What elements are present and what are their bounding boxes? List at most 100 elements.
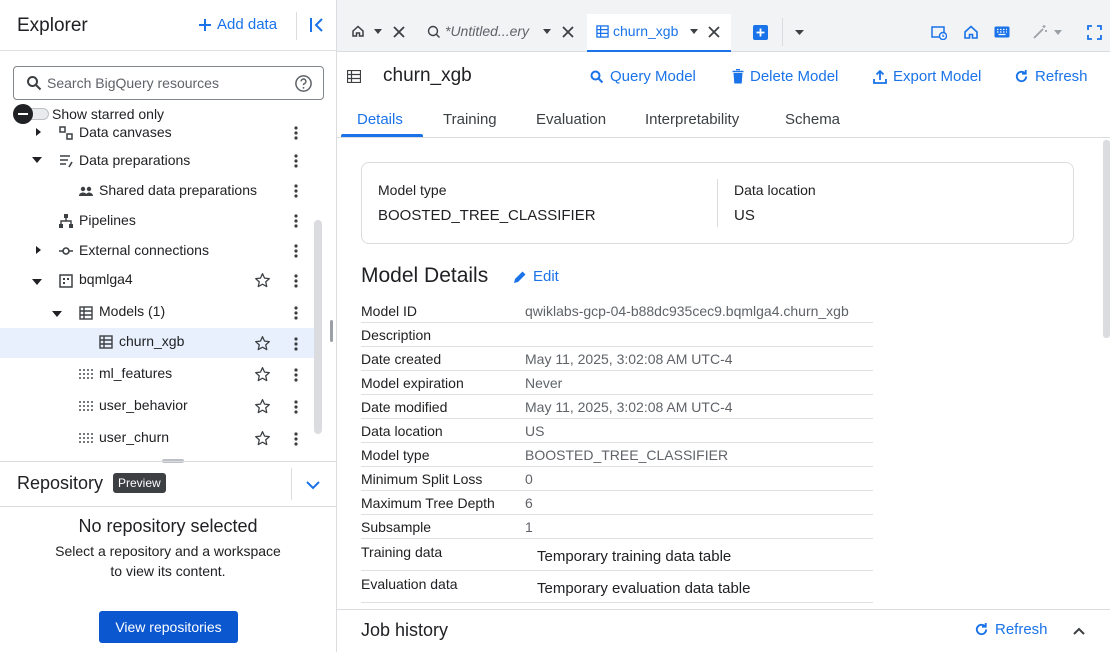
dropdown-arrow-icon[interactable]: [543, 29, 551, 34]
chevron-down-icon[interactable]: [304, 476, 322, 494]
table-row: Minimum Split Loss 0: [361, 467, 873, 491]
dataset-icon: [59, 274, 73, 288]
query-model-label: Query Model: [610, 68, 696, 85]
tree-item-shared-data-preparations[interactable]: Shared data preparations: [0, 176, 314, 206]
row-key: Model expiration: [361, 375, 464, 391]
more-options-icon[interactable]: [290, 153, 302, 169]
dropdown-arrow-icon[interactable]: [1054, 30, 1062, 35]
view-repositories-button[interactable]: View repositories: [99, 611, 238, 643]
star-icon[interactable]: [254, 335, 271, 352]
home-icon[interactable]: [964, 25, 978, 39]
tree-item-churn-xgb[interactable]: churn_xgb: [0, 328, 314, 358]
table-row: Data location US: [361, 419, 873, 443]
star-icon[interactable]: [254, 398, 271, 415]
refresh-label: Refresh: [1035, 68, 1088, 85]
search-box[interactable]: [13, 66, 324, 100]
close-icon[interactable]: [562, 26, 574, 38]
more-options-icon[interactable]: [290, 399, 302, 415]
star-icon[interactable]: [254, 430, 271, 447]
divider: [296, 12, 297, 40]
export-icon: [873, 69, 887, 84]
resource-tree: Data canvases Data preparations Shared d…: [0, 126, 314, 456]
refresh-icon: [1015, 69, 1028, 83]
tree-item-models[interactable]: Models (1): [0, 298, 314, 328]
row-key: Evaluation data: [361, 576, 458, 592]
more-options-icon[interactable]: [290, 213, 302, 229]
tree-item-pipelines[interactable]: Pipelines: [0, 206, 314, 236]
tree-item-label: Pipelines: [79, 212, 136, 228]
tree-item-ml-features[interactable]: ml_features: [0, 360, 314, 390]
tab-schema[interactable]: Schema: [785, 111, 840, 128]
more-options-icon[interactable]: [290, 367, 302, 383]
row-key: Date created: [361, 351, 442, 367]
tree-item-label: Data preparations: [79, 152, 191, 168]
collapse-arrow-icon[interactable]: [31, 155, 43, 165]
tree-item-data-preparations[interactable]: Data preparations: [0, 146, 314, 176]
tree-scrollbar[interactable]: [314, 220, 322, 434]
tab-list-dropdown-icon[interactable]: [795, 30, 804, 35]
dropdown-arrow-icon[interactable]: [374, 29, 382, 34]
dropdown-arrow-icon[interactable]: [690, 29, 698, 34]
expand-arrow-icon[interactable]: [33, 127, 43, 137]
divider: [717, 179, 718, 227]
content-scrollbar[interactable]: [1103, 140, 1110, 338]
expand-arrow-icon[interactable]: [33, 245, 43, 255]
fullscreen-icon[interactable]: [1087, 25, 1102, 40]
table-row: Subsample 1: [361, 515, 873, 539]
magic-wand-icon[interactable]: [1032, 24, 1048, 40]
add-data-button[interactable]: Add data: [198, 16, 277, 33]
star-icon[interactable]: [254, 366, 271, 383]
new-tab-button[interactable]: [753, 25, 768, 40]
model-list-icon: [79, 306, 93, 320]
more-options-icon[interactable]: [290, 126, 302, 141]
more-options-icon[interactable]: [290, 243, 302, 259]
divider: [291, 468, 292, 500]
more-options-icon[interactable]: [290, 183, 302, 199]
tree-item-label: bqmlga4: [79, 271, 133, 287]
tree-item-user-behavior[interactable]: user_behavior: [0, 392, 314, 422]
tab-details[interactable]: Details: [357, 111, 403, 128]
search-input[interactable]: [47, 73, 287, 93]
job-history-refresh-button[interactable]: Refresh: [974, 621, 1048, 638]
query-icon: [427, 25, 440, 38]
tab-evaluation[interactable]: Evaluation: [536, 111, 606, 128]
divider: [782, 18, 783, 46]
collapse-arrow-icon[interactable]: [31, 277, 43, 287]
panel-resize-handle-vertical[interactable]: [330, 320, 333, 342]
chevron-up-icon[interactable]: [1071, 623, 1087, 639]
tab-churn-xgb[interactable]: churn_xgb: [587, 14, 731, 52]
tree-item-external-connections[interactable]: External connections: [0, 236, 314, 266]
collapse-panel-icon[interactable]: [307, 15, 327, 35]
tab-training[interactable]: Training: [443, 111, 497, 128]
collapse-arrow-icon[interactable]: [51, 309, 63, 319]
more-options-icon[interactable]: [290, 431, 302, 447]
help-icon[interactable]: [294, 74, 313, 93]
star-icon[interactable]: [254, 272, 271, 289]
home-tab[interactable]: [351, 24, 365, 38]
model-details-table: Model ID qwiklabs-gcp-04-b88dc935cec9.bqm…: [361, 299, 873, 603]
edit-details-button[interactable]: Edit: [513, 268, 559, 285]
close-icon[interactable]: [708, 26, 720, 38]
tree-item-bqmlga4[interactable]: bqmlga4: [0, 266, 314, 296]
repository-title: Repository: [17, 473, 104, 493]
show-starred-toggle[interactable]: Show starred only: [13, 104, 164, 124]
schedule-icon[interactable]: [931, 25, 947, 40]
more-options-icon[interactable]: [290, 305, 302, 321]
model-header: churn_xgb Query Model Delete Model Expor…: [337, 52, 1110, 100]
tree-item-data-canvases[interactable]: Data canvases: [0, 126, 314, 148]
delete-model-button[interactable]: Delete Model: [732, 68, 838, 85]
tab-interpretability[interactable]: Interpretability: [645, 111, 739, 128]
refresh-button[interactable]: Refresh: [1014, 68, 1088, 85]
export-model-button[interactable]: Export Model: [873, 68, 981, 85]
row-value: Temporary evaluation data table: [537, 580, 751, 597]
keyboard-icon[interactable]: [994, 26, 1010, 38]
more-options-icon[interactable]: [290, 273, 302, 289]
table-row: Training data Temporary training data tab…: [361, 539, 873, 571]
toggle-switch[interactable]: [13, 104, 49, 124]
table-icon: [79, 433, 93, 445]
row-key: Date modified: [361, 399, 448, 415]
query-model-button[interactable]: Query Model: [590, 68, 696, 85]
more-options-icon[interactable]: [290, 336, 302, 352]
close-icon[interactable]: [393, 26, 405, 38]
tree-item-user-churn[interactable]: user_churn: [0, 424, 314, 454]
